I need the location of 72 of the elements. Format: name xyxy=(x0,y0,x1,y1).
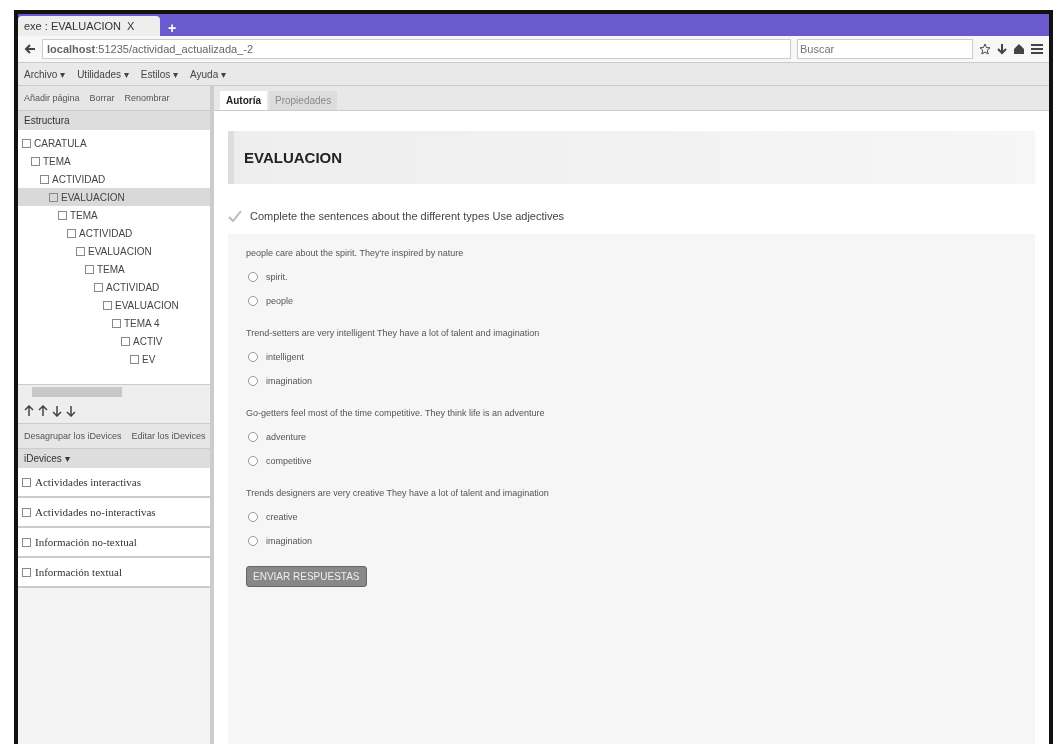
answer-option[interactable]: creative xyxy=(246,512,1017,522)
sidebar-action[interactable]: Añadir página xyxy=(24,93,80,103)
horizontal-scrollbar[interactable] xyxy=(18,384,210,399)
tree-item[interactable]: ACTIVIDAD xyxy=(18,278,210,296)
expand-icon xyxy=(22,537,31,547)
idevice-action[interactable]: Editar los iDevices xyxy=(131,431,206,441)
answer-option[interactable]: imagination xyxy=(246,376,1017,386)
idevice-category[interactable]: Información no-textual xyxy=(18,528,210,558)
tab-title: exe : EVALUACION xyxy=(24,20,121,32)
down-arrow-icon[interactable] xyxy=(66,405,76,417)
radio-button[interactable] xyxy=(248,352,258,362)
tree-item[interactable]: CARATULA xyxy=(18,134,210,152)
tree-item[interactable]: EVALUACION xyxy=(18,296,210,314)
sidebar-action[interactable]: Renombrar xyxy=(124,93,170,103)
tree-item[interactable]: TEMA xyxy=(18,260,210,278)
menu-item[interactable]: Archivo ▾ xyxy=(24,68,66,80)
idevice-category[interactable]: Actividades no-interactivas xyxy=(18,498,210,528)
tree-item[interactable]: ACTIVIDAD xyxy=(18,170,210,188)
answer-option[interactable]: adventure xyxy=(246,432,1017,442)
radio-button[interactable] xyxy=(248,536,258,546)
answer-option[interactable]: competitive xyxy=(246,456,1017,466)
menu-icon[interactable] xyxy=(1031,44,1043,54)
tree-item[interactable]: ACTIV xyxy=(18,332,210,350)
page-title: EVALUACION xyxy=(228,131,1035,184)
radio-button[interactable] xyxy=(248,296,258,306)
radio-button[interactable] xyxy=(248,512,258,522)
address-field[interactable]: localhost:51235/actividad_actualizada_-2 xyxy=(42,39,791,59)
question-text: Trends designers are very creative They have a lot of talent and imagination xyxy=(246,488,550,498)
instruction-text: Complete the sentences about the different types Use adjectives xyxy=(250,210,565,222)
star-icon[interactable] xyxy=(979,43,991,55)
idevice-category[interactable]: Información textual xyxy=(18,558,210,588)
radio-button[interactable] xyxy=(248,376,258,386)
expand-icon xyxy=(22,507,31,517)
section-title: Estructura xyxy=(18,111,210,130)
browser-tab[interactable]: exe : EVALUACION X xyxy=(18,16,160,36)
section-title: iDevices ▾ xyxy=(18,449,210,468)
sidebar-action[interactable]: Borrar xyxy=(89,93,115,103)
question-text: Trend-setters are very intelligent They have a lot of talent and imagination xyxy=(246,328,541,338)
answer-option[interactable]: people xyxy=(246,296,1017,306)
check-icon xyxy=(228,210,242,222)
tree-item[interactable]: EVALUACION xyxy=(18,242,210,260)
close-icon[interactable]: X xyxy=(127,20,135,32)
expand-icon xyxy=(22,567,31,577)
question-text: Go-getters feel most of the time competitive. They think life is an adventure xyxy=(246,408,546,418)
radio-button[interactable] xyxy=(248,432,258,442)
radio-button[interactable] xyxy=(248,456,258,466)
tree-item[interactable]: TEMA 4 xyxy=(18,314,210,332)
download-arrow-icon[interactable] xyxy=(997,43,1007,55)
up-arrow-icon[interactable] xyxy=(24,405,34,417)
back-arrow-icon[interactable] xyxy=(24,43,36,55)
menu-item[interactable]: Estilos ▾ xyxy=(140,68,179,80)
search-field[interactable]: Buscar xyxy=(797,39,973,59)
tree-item[interactable]: ACTIVIDAD xyxy=(18,224,210,242)
new-tab-button[interactable]: + xyxy=(160,20,185,36)
tree-item[interactable]: TEMA xyxy=(18,152,210,170)
answer-option[interactable]: spirit. xyxy=(246,272,1017,282)
menu-item[interactable]: Ayuda ▾ xyxy=(190,68,226,80)
answer-option[interactable]: imagination xyxy=(246,536,1017,546)
idevice-action[interactable]: Desagrupar los iDevices xyxy=(24,431,122,441)
radio-button[interactable] xyxy=(248,272,258,282)
content-tab[interactable]: Autoría xyxy=(220,91,267,110)
idevice-category[interactable]: Actividades interactivas xyxy=(18,468,210,498)
down-arrow-icon[interactable] xyxy=(52,405,62,417)
menu-item[interactable]: Utilidades ▾ xyxy=(77,68,129,80)
tree-item[interactable]: EVALUACION xyxy=(18,188,210,206)
up-arrow-icon[interactable] xyxy=(38,405,48,417)
tree-item[interactable]: TEMA xyxy=(18,206,210,224)
answer-option[interactable]: intelligent xyxy=(246,352,1017,362)
home-icon[interactable] xyxy=(1013,43,1025,55)
expand-icon xyxy=(22,477,31,487)
question-text: people care about the spirit. They're inspired by nature xyxy=(246,248,465,258)
tree-item[interactable]: EV xyxy=(18,350,210,368)
